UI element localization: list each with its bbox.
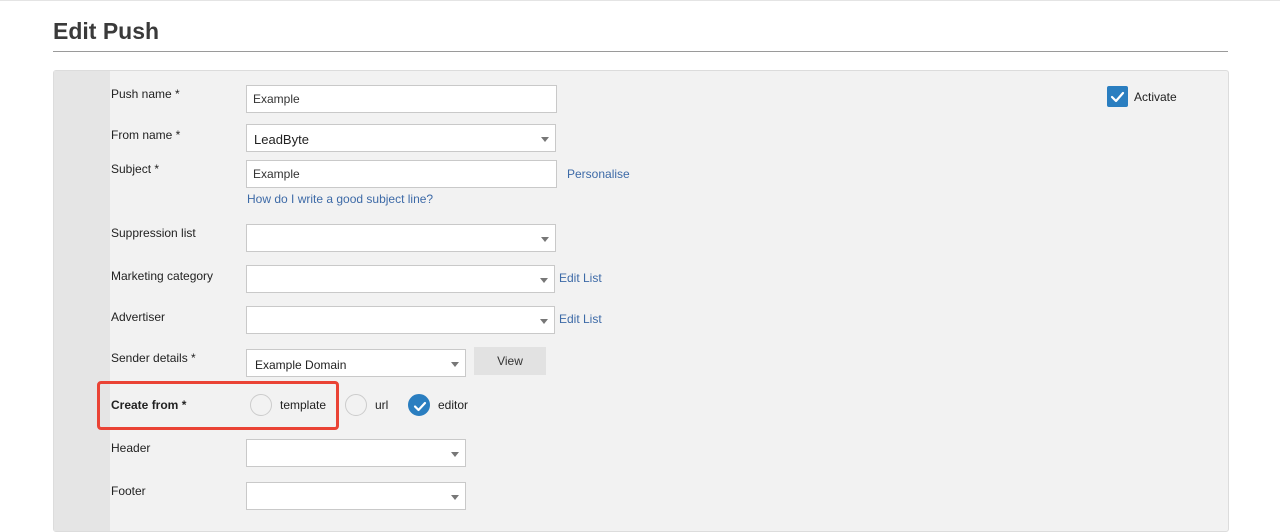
from-name-select[interactable]: LeadByte: [246, 124, 556, 152]
sender-details-select[interactable]: Example Domain: [246, 349, 466, 377]
from-name-value: LeadByte: [254, 132, 309, 147]
panel-side-strip: [54, 71, 110, 531]
chevron-down-icon: [541, 237, 549, 242]
create-from-url-radio[interactable]: [345, 394, 367, 416]
activate-checkbox[interactable]: [1107, 86, 1128, 107]
subject-input[interactable]: [246, 160, 557, 188]
chevron-down-icon: [540, 319, 548, 324]
marketing-category-edit-link[interactable]: Edit List: [559, 271, 602, 285]
personalise-link[interactable]: Personalise: [567, 167, 630, 181]
header-label: Header: [111, 441, 151, 455]
advertiser-edit-link[interactable]: Edit List: [559, 312, 602, 326]
create-from-url-label: url: [375, 398, 389, 412]
footer-label: Footer: [111, 484, 146, 498]
suppression-list-select[interactable]: [246, 224, 556, 252]
check-icon: [413, 401, 427, 412]
title-divider: [53, 51, 1228, 52]
create-from-editor-label: editor: [438, 398, 469, 412]
view-sender-button[interactable]: View: [474, 347, 546, 375]
footer-select[interactable]: [246, 482, 466, 510]
chevron-down-icon: [451, 495, 459, 500]
subject-help-link[interactable]: How do I write a good subject line?: [247, 192, 433, 206]
marketing-category-label: Marketing category: [111, 269, 214, 283]
push-name-label: Push name *: [111, 87, 180, 101]
header-select[interactable]: [246, 439, 466, 467]
marketing-category-select[interactable]: [246, 265, 555, 293]
create-from-editor-radio[interactable]: [408, 394, 430, 416]
suppression-list-label: Suppression list: [111, 226, 196, 240]
subject-label: Subject *: [111, 162, 160, 176]
chevron-down-icon: [451, 452, 459, 457]
activate-label: Activate: [1134, 90, 1177, 104]
sender-details-label: Sender details *: [111, 351, 196, 365]
advertiser-select[interactable]: [246, 306, 555, 334]
check-icon: [1110, 91, 1125, 103]
chevron-down-icon: [540, 278, 548, 283]
chevron-down-icon: [541, 137, 549, 142]
page-title: Edit Push: [53, 18, 160, 44]
chevron-down-icon: [451, 362, 459, 367]
push-name-input[interactable]: [246, 85, 557, 113]
from-name-label: From name *: [111, 128, 181, 142]
form-panel: [53, 70, 1229, 532]
top-border: [0, 0, 1280, 1]
create-from-highlight-box: [97, 381, 339, 430]
advertiser-label: Advertiser: [111, 310, 166, 324]
sender-details-value: Example Domain: [255, 358, 347, 372]
